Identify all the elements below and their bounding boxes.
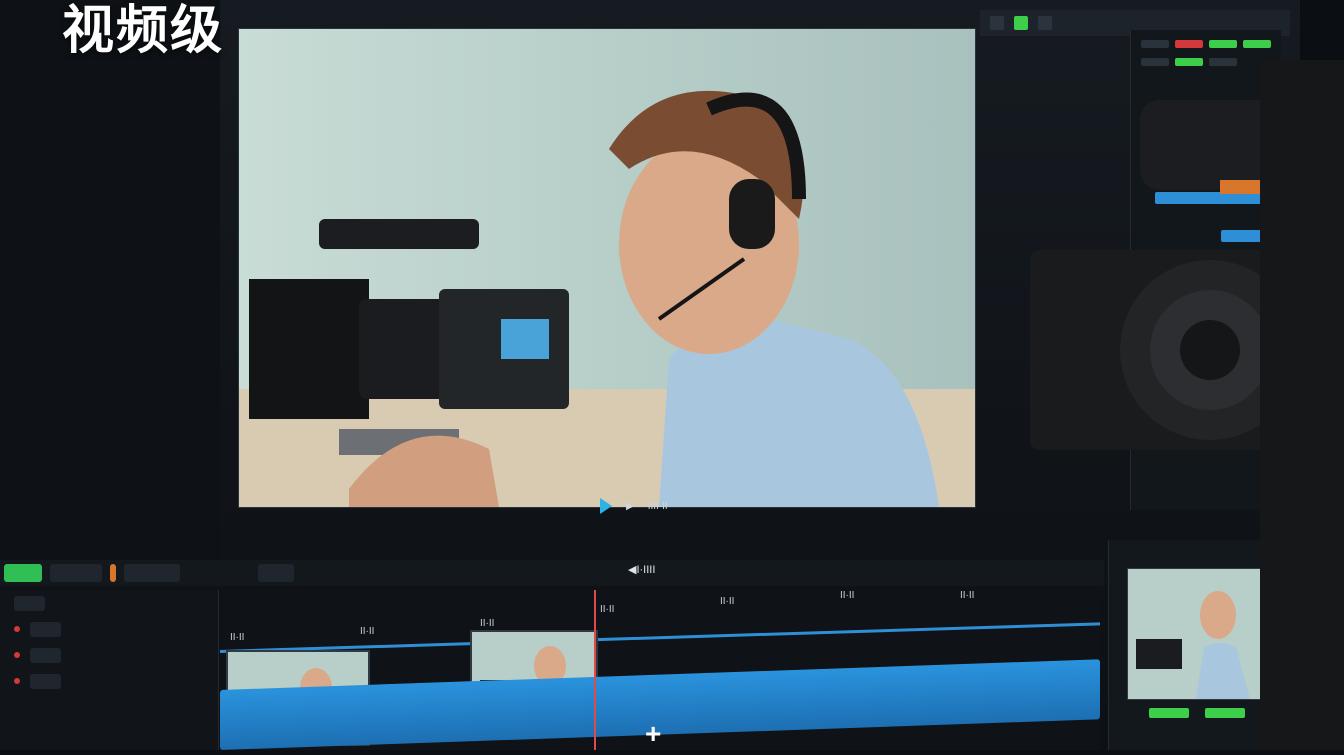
track-header-panel (0, 590, 219, 750)
toolbar-button[interactable] (1038, 16, 1052, 30)
track-label (30, 621, 62, 637)
timeline-title: ◀I·IIII (628, 564, 656, 576)
timeline-toolbar (0, 560, 1104, 586)
track-label (30, 647, 62, 663)
time-ruler[interactable]: II·II II·II II·II II·II II·II II·II II·I… (220, 590, 1100, 650)
player-controls: ▶ IIII·II (600, 498, 668, 514)
toolbar-button[interactable] (990, 16, 1004, 30)
audio-meter-level (1209, 40, 1237, 48)
ruler-tick: II·II (230, 632, 245, 643)
audio-meter (1141, 40, 1169, 48)
track-label (14, 595, 46, 611)
status-indicator (1014, 16, 1028, 30)
track-row[interactable] (0, 616, 218, 642)
playhead[interactable] (594, 590, 596, 750)
record-indicator (14, 678, 20, 684)
timeline-area[interactable]: II·II II·II II·II II·II II·II II·II II·I… (220, 590, 1100, 750)
overlay-title: 视频级 (62, 1, 225, 61)
ruler-tick: II·II (720, 596, 735, 607)
track-row[interactable] (0, 668, 218, 694)
toolbar-button[interactable] (50, 564, 102, 582)
left-panel (0, 0, 220, 560)
ruler-tick: II·II (840, 590, 855, 601)
plus-icon[interactable]: + (645, 718, 661, 750)
toolbar-button[interactable] (258, 564, 294, 582)
cursor-icon[interactable]: ▶ (626, 501, 634, 512)
viewer-frame (239, 29, 975, 507)
ruler-tick: II·II (600, 604, 615, 615)
track-row[interactable] (0, 590, 218, 616)
play-icon[interactable] (600, 498, 612, 514)
track-label (30, 673, 62, 689)
track-row[interactable] (0, 642, 218, 668)
audio-meter-peak (1175, 40, 1203, 48)
ruler-tick: II·II (960, 590, 975, 601)
record-indicator (14, 626, 20, 632)
foreground-camera (1030, 60, 1344, 750)
record-button[interactable] (4, 564, 42, 582)
viewer-timecode: IIII·II (647, 500, 668, 512)
audio-meter-row (1141, 40, 1271, 48)
camera-image (1030, 60, 1344, 750)
marker-button[interactable] (110, 564, 116, 582)
audio-meter-level (1243, 40, 1271, 48)
ruler-tick: II·II (360, 626, 375, 637)
record-indicator (14, 652, 20, 658)
toolbar-button[interactable] (124, 564, 180, 582)
ruler-tick: II·II (480, 618, 495, 629)
video-viewer[interactable] (238, 28, 976, 508)
